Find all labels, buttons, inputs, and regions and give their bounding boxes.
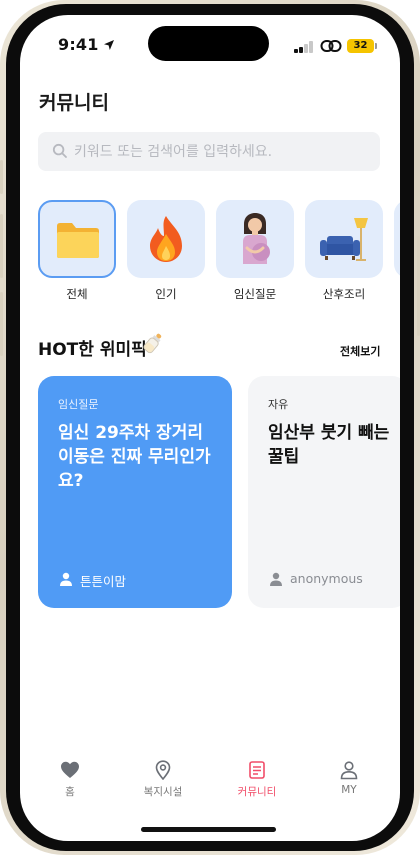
category-all[interactable]: 전체 — [38, 200, 116, 301]
link-icon — [320, 40, 342, 52]
heart-icon — [61, 761, 79, 778]
location-pin-icon — [155, 760, 171, 780]
category-tile — [394, 200, 400, 278]
tab-label: MY — [341, 784, 357, 796]
card-author: 튼튼이맘 — [80, 574, 127, 589]
category-label: 인기 — [155, 287, 177, 301]
user-icon — [60, 572, 72, 586]
tab-community[interactable]: 커뮤니티 — [222, 760, 292, 799]
category-postpartum[interactable]: 산후조리 — [305, 200, 383, 301]
tab-label: 복지시설 — [143, 786, 183, 798]
category-next-partial[interactable] — [394, 200, 400, 278]
category-tile — [38, 200, 116, 278]
board-icon — [249, 761, 265, 779]
post-card[interactable]: 임신질문 임신 29주차 장거리 이동은 진짜 무리인가요? 튼튼이맘 — [38, 376, 232, 608]
home-indicator[interactable] — [141, 827, 276, 832]
category-label: 전체 — [66, 287, 88, 301]
see-all-link[interactable]: 전체보기 — [340, 343, 380, 359]
card-tag: 임신질문 — [58, 398, 99, 411]
user-icon — [270, 572, 282, 586]
tab-label: 커뮤니티 — [237, 786, 277, 798]
status-bar: 9:41 32 — [20, 15, 400, 73]
app-screen: 9:41 32 커뮤니티 키워드 또는 검색어를 입력하세요. 전체 인기 임신… — [20, 15, 400, 841]
phone-frame: 9:41 32 커뮤니티 키워드 또는 검색어를 입력하세요. 전체 인기 임신… — [0, 0, 420, 855]
battery-tip — [375, 43, 377, 49]
category-tile — [216, 200, 294, 278]
search-bar[interactable] — [38, 132, 380, 171]
person-icon — [340, 761, 358, 780]
baby-bottle-icon — [143, 333, 162, 354]
pregnant-woman-icon — [243, 213, 270, 264]
tab-my[interactable]: MY — [314, 760, 384, 796]
category-pregnancy-question[interactable]: 임신질문 — [216, 200, 294, 301]
category-label: 산후조리 — [322, 287, 366, 301]
volume-down-button — [0, 292, 3, 356]
category-tile — [305, 200, 383, 278]
sofa-lamp-icon — [320, 218, 368, 261]
card-title: 임신 29주차 장거리 이동은 진짜 무리인가요? — [58, 423, 211, 491]
search-icon — [52, 143, 67, 158]
tab-home[interactable]: 홈 — [35, 760, 105, 799]
section-title: HOT한 위미픽 — [38, 340, 147, 360]
search-input[interactable] — [74, 132, 374, 171]
dynamic-island — [148, 26, 269, 61]
action-button — [0, 160, 3, 194]
tab-label: 홈 — [65, 786, 75, 798]
volume-up-button — [0, 214, 3, 278]
status-time: 9:41 — [58, 35, 99, 54]
card-tag: 자유 — [268, 398, 289, 411]
location-arrow-icon — [104, 40, 114, 50]
post-card[interactable]: 자유 임산부 붓기 빼는 꿀팁 anonymous — [248, 376, 400, 608]
category-popular[interactable]: 인기 — [127, 200, 205, 301]
category-label: 임신질문 — [233, 287, 277, 301]
cellular-signal-icon — [294, 41, 314, 53]
category-tile — [127, 200, 205, 278]
folder-icon — [57, 223, 99, 258]
page-title: 커뮤니티 — [39, 92, 109, 114]
card-title: 임산부 붓기 빼는 꿀팁 — [268, 423, 390, 467]
card-author: anonymous — [290, 571, 363, 586]
fire-icon — [150, 216, 182, 262]
battery-icon: 32 — [347, 39, 374, 53]
tab-welfare-facilities[interactable]: 복지시설 — [128, 760, 198, 799]
